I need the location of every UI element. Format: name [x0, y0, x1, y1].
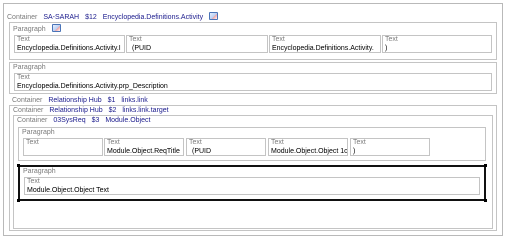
- paragraph-title[interactable]: Paragraph Text Encyclopedia.Definitions.…: [9, 22, 497, 60]
- text-label: Text: [272, 36, 285, 43]
- layout-canvas: Container SA-SARAH $12 Encyclopedia.Defi…: [3, 3, 503, 236]
- text-cell[interactable]: Text Module.Object.Object 1c: [268, 138, 348, 156]
- container-sysreq[interactable]: Container 03SysReq $3 Module.Object Para…: [13, 115, 493, 229]
- paragraph-header: Paragraph: [13, 24, 61, 34]
- text-label: Text: [353, 139, 366, 146]
- resize-handle-bottom-right[interactable]: [484, 199, 487, 202]
- container-header: Container Relationship Hub $1 links.link: [12, 97, 148, 105]
- text-cell[interactable]: Text (PUID: [126, 35, 268, 53]
- text-value: Module.Object.ReqTitle: [107, 148, 180, 155]
- resize-handle-top-left[interactable]: [17, 164, 20, 167]
- text-value: Encyclopedia.Definitions.Activity.I: [17, 45, 121, 52]
- text-label: Text: [26, 139, 39, 146]
- text-label: Text: [27, 178, 40, 185]
- container-var: $12: [85, 14, 97, 21]
- text-cell[interactable]: Text Encyclopedia.Definitions.Activity.I: [14, 35, 125, 53]
- container-var: $3: [91, 117, 100, 124]
- paragraph-label: Paragraph: [23, 168, 56, 175]
- text-cell[interactable]: Text Module.Object.Object Text: [24, 177, 480, 195]
- text-value: Encyclopedia.Definitions.Activity.prp_De…: [17, 83, 168, 90]
- paragraph-label: Paragraph: [13, 26, 46, 33]
- container-var: $2: [108, 107, 117, 114]
- container-label: Container: [13, 107, 44, 114]
- text-value: ): [353, 148, 356, 155]
- text-label: Text: [189, 139, 202, 146]
- container-header: Container 03SysReq $3 Module.Object: [17, 117, 150, 125]
- paragraph-header: Paragraph: [23, 168, 56, 176]
- text-label: Text: [107, 139, 120, 146]
- paragraph-description[interactable]: Paragraph Text Encyclopedia.Definitions.…: [9, 62, 497, 94]
- text-cell[interactable]: Text ): [350, 138, 430, 156]
- text-label: Text: [385, 36, 398, 43]
- text-value: ): [385, 45, 388, 52]
- container-binding: links.link: [121, 97, 148, 104]
- container-id: 03SysReq: [53, 117, 86, 124]
- paragraph-icon[interactable]: [51, 24, 61, 32]
- container-id: SA-SARAH: [43, 14, 80, 21]
- paragraph-header: Paragraph: [22, 129, 55, 137]
- text-cell[interactable]: Text (PUID: [186, 138, 266, 156]
- text-cell[interactable]: Text Encyclopedia.Definitions.Activity.: [269, 35, 381, 53]
- paragraph-label: Paragraph: [13, 64, 46, 71]
- text-value: Module.Object.Object 1c: [271, 148, 348, 155]
- text-label: Text: [17, 74, 30, 81]
- container-label: Container: [17, 117, 48, 124]
- paragraph-label: Paragraph: [22, 129, 55, 136]
- container-id: Relationship Hub: [48, 97, 102, 104]
- resize-handle-bottom-left[interactable]: [17, 199, 20, 202]
- container-label: Container: [12, 97, 43, 104]
- text-cell[interactable]: Text Encyclopedia.Definitions.Activity.p…: [14, 73, 492, 91]
- paragraph-object-text-selected[interactable]: Paragraph Text Module.Object.Object Text: [18, 165, 486, 201]
- container-binding: Module.Object: [105, 117, 151, 124]
- container-binding: links.link.target: [122, 107, 169, 114]
- container-header: Container Relationship Hub $2 links.link…: [13, 107, 169, 115]
- container-header: Container SA-SARAH $12 Encyclopedia.Defi…: [7, 12, 219, 22]
- container-id: Relationship Hub: [49, 107, 103, 114]
- text-label: Text: [17, 36, 30, 43]
- text-value: (PUID: [192, 148, 212, 155]
- container-label: Container: [7, 14, 38, 21]
- module-icon[interactable]: [209, 12, 219, 20]
- text-value: Encyclopedia.Definitions.Activity.: [272, 45, 374, 52]
- paragraph-header: Paragraph: [13, 64, 46, 72]
- text-value: (PUID: [132, 45, 152, 52]
- text-cell[interactable]: Text: [23, 138, 103, 156]
- text-label: Text: [129, 36, 142, 43]
- text-cell[interactable]: Text ): [382, 35, 492, 53]
- text-cell[interactable]: Text Module.Object.ReqTitle: [104, 138, 184, 156]
- container-binding: Encyclopedia.Definitions.Activity: [102, 14, 204, 21]
- text-label: Text: [271, 139, 284, 146]
- text-value: Module.Object.Object Text: [27, 187, 109, 194]
- paragraph-req-title[interactable]: Paragraph Text Text Module.Object.ReqTit…: [18, 127, 486, 161]
- resize-handle-top-right[interactable]: [484, 164, 487, 167]
- container-var: $1: [107, 97, 116, 104]
